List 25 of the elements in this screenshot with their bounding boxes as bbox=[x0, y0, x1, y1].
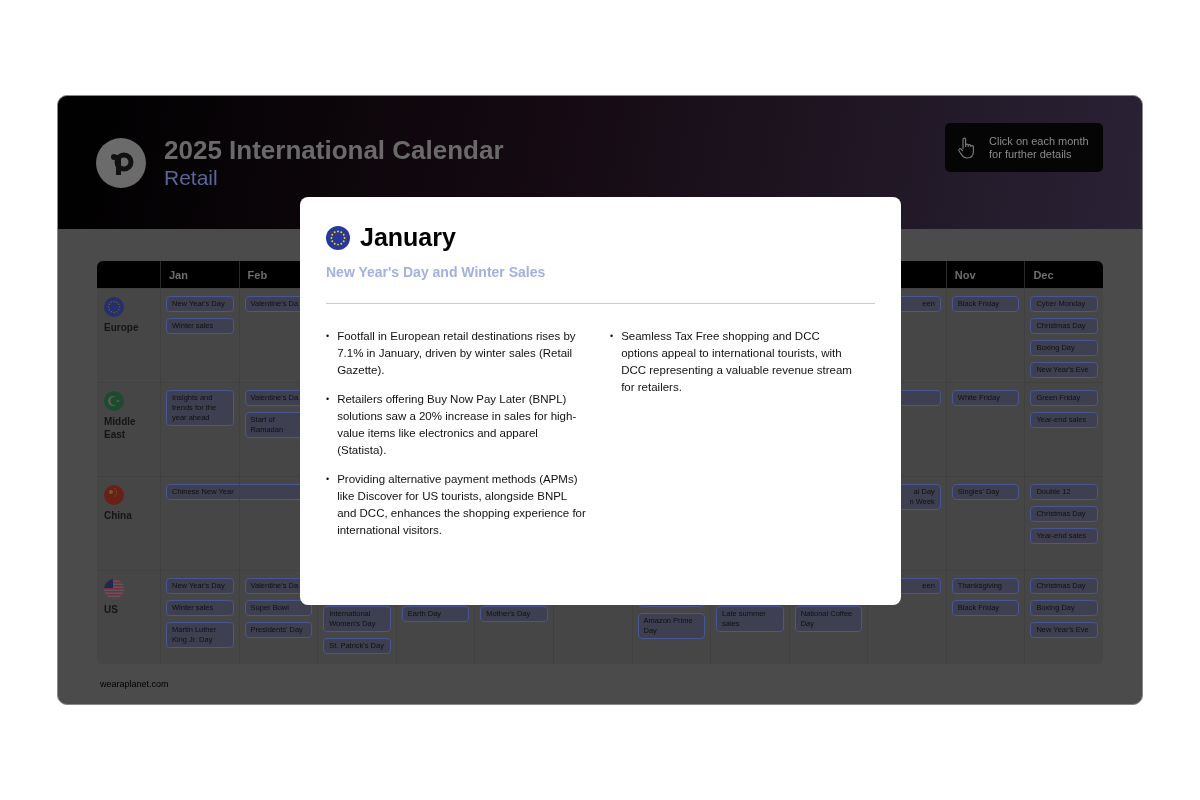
bullet-marker: • bbox=[326, 473, 330, 486]
page-title: 2025 International Calendar bbox=[164, 134, 505, 165]
month-header[interactable]: Nov bbox=[945, 261, 1025, 288]
header-corner bbox=[97, 261, 160, 288]
eu-flag-icon bbox=[326, 225, 350, 250]
us-flag-icon bbox=[104, 579, 124, 599]
bullet-marker: • bbox=[610, 330, 614, 343]
bullet-text: Seamless Tax Free shopping and DCC options appeal to international tourists, with DCC representing a valuable revenue stream for retailers. bbox=[621, 329, 853, 395]
bullet-marker: • bbox=[326, 330, 330, 343]
eu-flag-icon bbox=[104, 297, 124, 317]
dialog-title: January bbox=[360, 223, 456, 252]
bullet-text: Retailers offering Buy Now Pay Later (BNPL) solutions saw a 20% increase in sales for high-value items like electronics and apparel (Statista). bbox=[337, 392, 578, 458]
footer-url: wearaplanet.com bbox=[100, 679, 169, 689]
bullet-text: Providing alternative payment methods (APMs) like Discover for US tourists, alongside BNPL and DCC, enhances the shopping experience for international visitors. bbox=[337, 472, 587, 538]
month-header[interactable]: Dec bbox=[1024, 261, 1103, 288]
page-subtitle: Retail bbox=[164, 164, 219, 191]
bullet-text: Footfall in European retail destinations rises by 7.1% in January, driven by winter sales (Retail Gazette). bbox=[337, 329, 577, 378]
crescent-flag-icon bbox=[104, 391, 124, 411]
month-header[interactable]: Jan bbox=[160, 261, 239, 288]
pointer-hand-icon bbox=[957, 136, 975, 159]
dialog-subtitle: New Year's Day and Winter Sales bbox=[326, 264, 547, 280]
bullet-marker: • bbox=[326, 393, 330, 406]
china-flag-icon bbox=[104, 485, 124, 505]
hint-button[interactable]: Click on each month for further details bbox=[945, 123, 1103, 172]
logo-icon bbox=[96, 137, 146, 188]
